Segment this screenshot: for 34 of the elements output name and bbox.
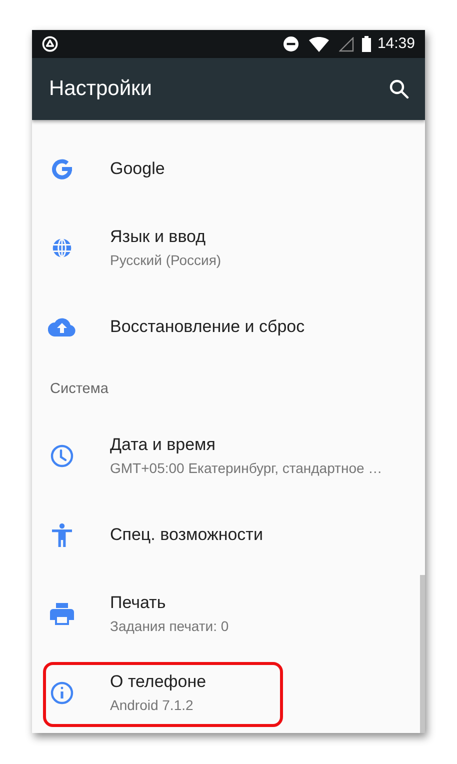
info-icon xyxy=(50,680,74,704)
triangle-in-circle-icon xyxy=(42,36,58,52)
search-icon[interactable] xyxy=(389,79,409,99)
wifi-icon xyxy=(309,36,330,52)
g-letter-icon xyxy=(50,156,74,180)
settings-item[interactable]: Спец. возможности xyxy=(32,495,420,574)
settings-item[interactable]: О телефоне Android 7.1.2 xyxy=(32,653,420,732)
item-title: Язык и ввод xyxy=(110,226,207,248)
cloud-upload-icon xyxy=(48,316,76,336)
accessibility-figure-icon xyxy=(51,522,73,546)
item-subtitle: Android 7.1.2 xyxy=(110,696,194,714)
signal-icon xyxy=(339,36,354,52)
item-title: О телефоне xyxy=(110,670,206,692)
settings-item[interactable]: Язык и ввод Русский (Россия) xyxy=(32,208,420,287)
toolbar-title: Настройки xyxy=(49,76,153,102)
item-title: Дата и время xyxy=(110,434,216,456)
item-subtitle: Задания печати: 0 xyxy=(110,616,229,636)
item-title: Google xyxy=(110,158,165,180)
item-subtitle: Русский (Россия) xyxy=(110,250,222,270)
settings-item[interactable]: Восстановление и сброс xyxy=(32,287,420,366)
item-title: Восстановление и сброс xyxy=(110,316,305,338)
globe-icon xyxy=(51,236,73,258)
settings-item[interactable]: Дата и время GMT+05:00 Екатеринбург, стандартное … xyxy=(32,416,420,495)
settings-item[interactable]: Google xyxy=(32,129,420,208)
item-title: Спец. возможности xyxy=(110,524,263,546)
clock-icon xyxy=(50,444,74,468)
settings-item[interactable]: Печать Задания печати: 0 xyxy=(32,574,420,653)
section-header: Система xyxy=(50,381,108,397)
battery-icon xyxy=(362,36,372,52)
item-subtitle: GMT+05:00 Екатеринбург, стандартное … xyxy=(110,458,382,478)
item-title: Печать xyxy=(110,592,167,614)
printer-icon xyxy=(50,602,74,624)
status-time: 14:39 xyxy=(377,34,415,54)
do-not-disturb-icon xyxy=(283,36,300,52)
